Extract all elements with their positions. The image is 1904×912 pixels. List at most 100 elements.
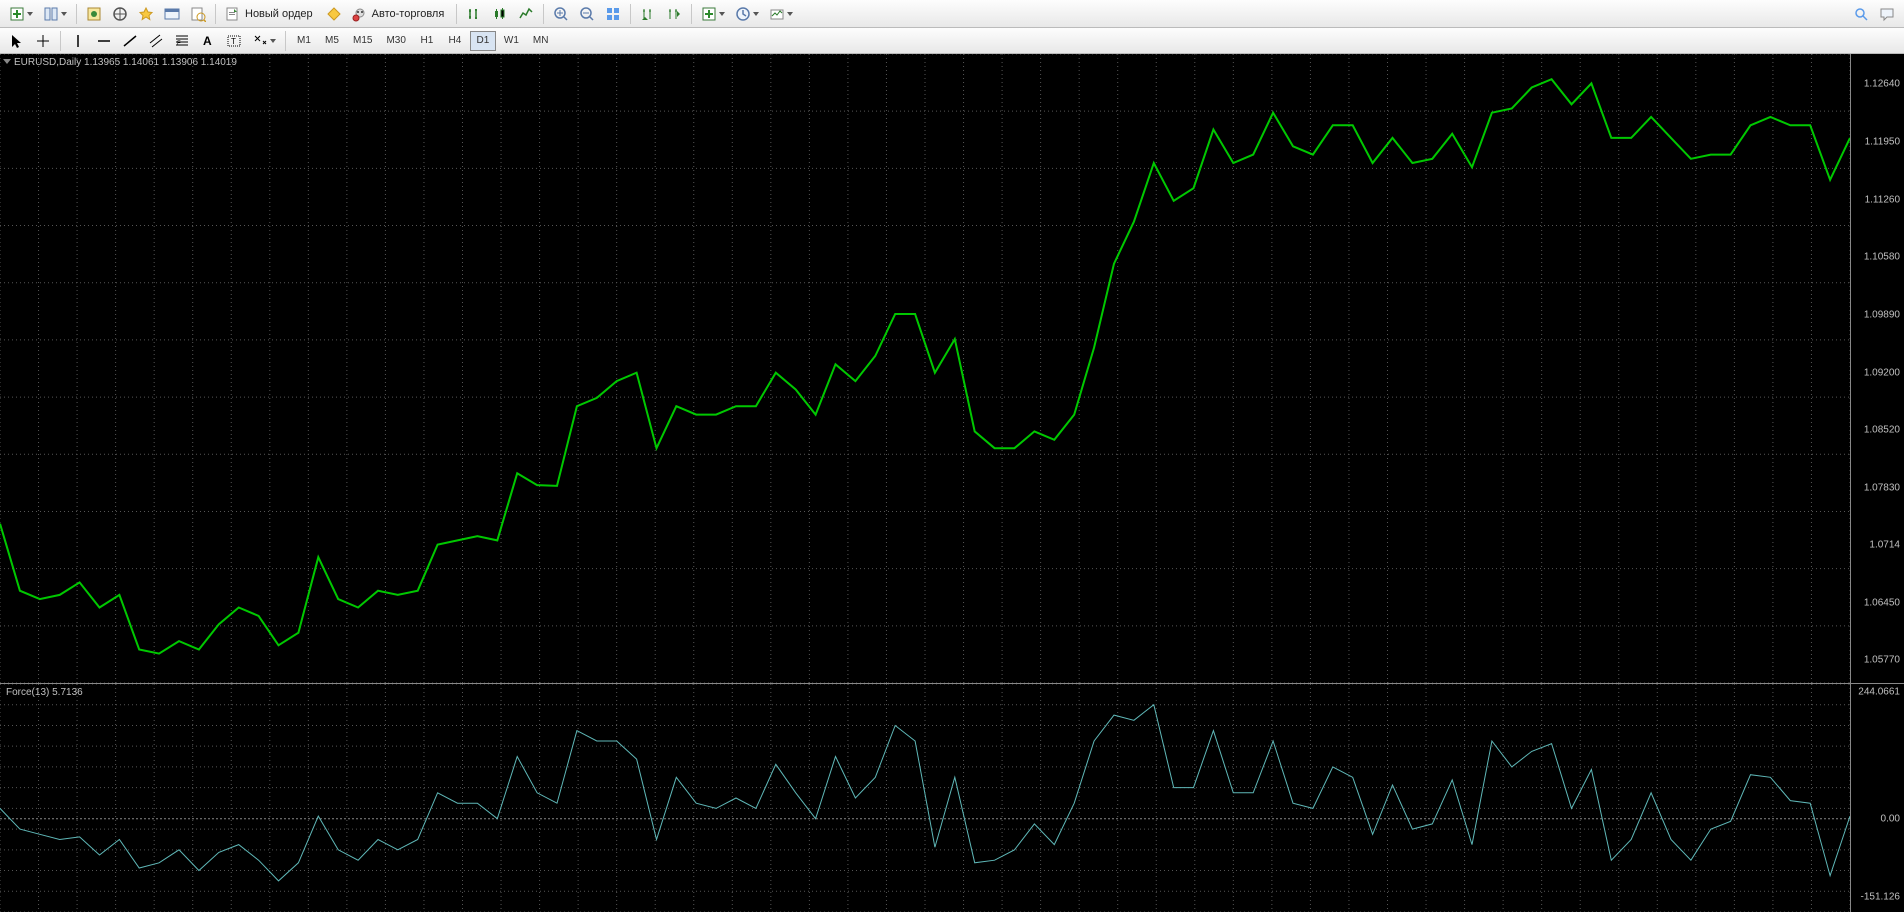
navigator-icon — [138, 6, 154, 22]
equidistant-button[interactable] — [144, 30, 168, 52]
axis-label: 1.0714 — [1869, 540, 1900, 551]
indicator-axis: 244.0661 0.00 -151.126 — [1850, 684, 1904, 912]
timeframe-buttons: M1M5M15M30H1H4D1W1MN — [290, 31, 555, 51]
timeframe-w1[interactable]: W1 — [498, 31, 525, 51]
speech-icon — [1879, 6, 1895, 22]
axis-label: 1.12640 — [1864, 79, 1900, 90]
zoom-out-icon — [579, 6, 595, 22]
periodicity-button[interactable] — [731, 3, 763, 25]
cursor-button[interactable] — [5, 30, 29, 52]
text-label-icon: T — [226, 33, 242, 49]
indicators-button[interactable] — [697, 3, 729, 25]
fibonacci-button[interactable]: F — [170, 30, 194, 52]
price-axis: 1.126401.119501.112601.105801.098901.092… — [1850, 54, 1904, 683]
profiles-button[interactable] — [39, 3, 71, 25]
axis-label: 1.09200 — [1864, 367, 1900, 378]
timeframe-h1[interactable]: H1 — [414, 31, 440, 51]
timeframe-m1[interactable]: M1 — [291, 31, 317, 51]
auto-scroll-button[interactable] — [636, 3, 660, 25]
axis-label: -151.126 — [1861, 892, 1900, 903]
tile-windows-button[interactable] — [601, 3, 625, 25]
cursor-icon — [9, 33, 25, 49]
candle-chart-button[interactable] — [488, 3, 512, 25]
separator — [76, 4, 77, 24]
new-chart-button[interactable] — [5, 3, 37, 25]
data-window-icon — [112, 6, 128, 22]
vertical-line-button[interactable] — [66, 30, 90, 52]
timeframe-h4[interactable]: H4 — [442, 31, 468, 51]
new-order-button[interactable]: Новый ордер — [221, 3, 320, 25]
svg-text:F: F — [177, 41, 181, 47]
axis-label: 0.00 — [1881, 813, 1900, 824]
terminal-button[interactable] — [160, 3, 184, 25]
axis-label: 1.06450 — [1864, 598, 1900, 609]
chart-area: EURUSD,Daily 1.13965 1.14061 1.13906 1.1… — [0, 54, 1904, 912]
chart-shift-button[interactable] — [662, 3, 686, 25]
axis-label: 244.0661 — [1858, 687, 1900, 698]
timeframe-mn[interactable]: MN — [527, 31, 555, 51]
indicator-canvas[interactable] — [0, 684, 1850, 912]
navigator-button[interactable] — [134, 3, 158, 25]
indicator-panel[interactable]: Force(13) 5.7136 244.0661 0.00 -151.126 — [0, 684, 1904, 912]
chart-title: EURUSD,Daily 1.13965 1.14061 1.13906 1.1… — [14, 57, 237, 68]
metaquotes-button[interactable] — [322, 3, 346, 25]
dropdown-icon — [719, 12, 725, 16]
new-chart-icon — [9, 6, 25, 22]
strategy-tester-button[interactable] — [186, 3, 210, 25]
data-window-button[interactable] — [108, 3, 132, 25]
dropdown-icon — [61, 12, 67, 16]
profiles-icon — [43, 6, 59, 22]
line-chart-icon — [518, 6, 534, 22]
auto-trade-button[interactable]: Авто-торговля — [348, 3, 452, 25]
separator — [215, 4, 216, 24]
main-toolbar: Новый ордер Авто-торговля — [0, 0, 1904, 28]
separator — [60, 31, 61, 51]
templates-button[interactable] — [765, 3, 797, 25]
new-order-icon — [225, 6, 241, 22]
candle-chart-icon — [492, 6, 508, 22]
axis-label: 1.11260 — [1865, 194, 1900, 205]
drawing-toolbar: F A T M1M5M15M30H1H4D1W1MN — [0, 28, 1904, 54]
trendline-button[interactable] — [118, 30, 142, 52]
price-chart-canvas[interactable] — [0, 54, 1850, 683]
bar-chart-icon — [466, 6, 482, 22]
price-chart-panel[interactable]: EURUSD,Daily 1.13965 1.14061 1.13906 1.1… — [0, 54, 1904, 684]
chart-shift-icon — [666, 6, 682, 22]
timeframe-m5[interactable]: M5 — [319, 31, 345, 51]
text-label-button[interactable]: T — [222, 30, 246, 52]
separator — [543, 4, 544, 24]
line-chart-button[interactable] — [514, 3, 538, 25]
zoom-out-button[interactable] — [575, 3, 599, 25]
separator — [691, 4, 692, 24]
zoom-in-button[interactable] — [549, 3, 573, 25]
text-icon: A — [200, 33, 216, 49]
search-icon — [1853, 6, 1869, 22]
axis-label: 1.08520 — [1864, 424, 1900, 435]
bar-chart-button[interactable] — [462, 3, 486, 25]
terminal-icon — [164, 6, 180, 22]
indicators-icon — [701, 6, 717, 22]
market-watch-button[interactable] — [82, 3, 106, 25]
horizontal-line-button[interactable] — [92, 30, 116, 52]
crosshair-button[interactable] — [31, 30, 55, 52]
timeframe-m30[interactable]: M30 — [380, 31, 411, 51]
dropdown-icon — [753, 12, 759, 16]
timeframe-d1[interactable]: D1 — [470, 31, 496, 51]
objects-icon — [252, 33, 268, 49]
auto-trade-label: Авто-торговля — [372, 8, 445, 20]
dropdown-icon — [787, 12, 793, 16]
axis-label: 1.11950 — [1865, 137, 1900, 148]
clock-icon — [735, 6, 751, 22]
hline-icon — [96, 33, 112, 49]
objects-button[interactable] — [248, 30, 280, 52]
diamond-icon — [326, 6, 342, 22]
timeframe-m15[interactable]: M15 — [347, 31, 378, 51]
separator — [456, 4, 457, 24]
text-button[interactable]: A — [196, 30, 220, 52]
chart-menu-icon[interactable] — [3, 59, 11, 64]
help-button[interactable] — [1875, 3, 1899, 25]
search-button[interactable] — [1849, 3, 1873, 25]
indicator-title: Force(13) 5.7136 — [6, 687, 83, 698]
auto-trade-icon — [352, 6, 368, 22]
auto-scroll-icon — [640, 6, 656, 22]
